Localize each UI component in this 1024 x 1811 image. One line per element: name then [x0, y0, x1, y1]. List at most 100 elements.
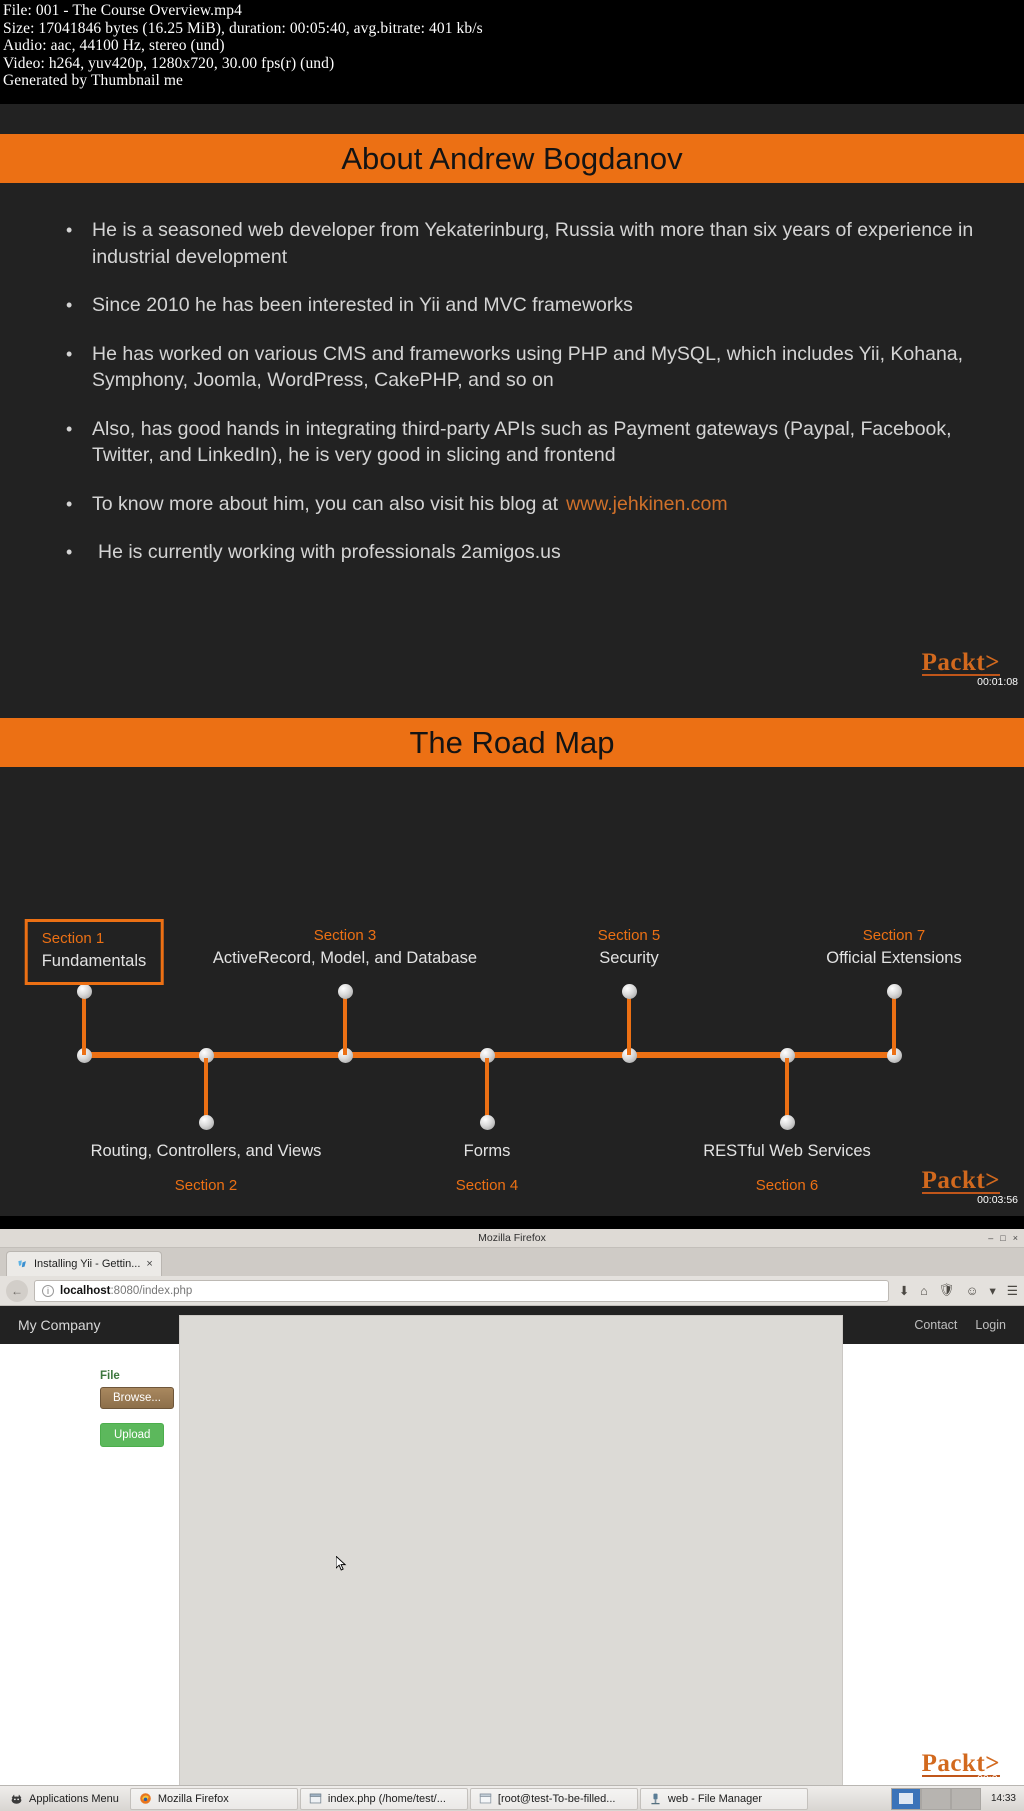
bullet-dot: • — [66, 343, 73, 364]
bullet-text: He is a seasoned web developer from Yeka… — [92, 219, 974, 268]
stem-node — [76, 983, 92, 999]
url-text: localhost:8080/index.php — [60, 1285, 192, 1297]
stem-node — [479, 1114, 495, 1130]
section-6-label: Section 6 — [755, 1177, 819, 1194]
stem-down — [485, 1058, 489, 1122]
stem-up — [343, 991, 347, 1055]
taskbar-window-label: Mozilla Firefox — [157, 1792, 229, 1805]
bullet-dot: • — [66, 542, 73, 562]
bullet-text: He is currently working with professiona… — [98, 541, 561, 563]
section-3-name: ActiveRecord, Model, and Database — [212, 949, 478, 967]
section-6-name: RESTful Web Services — [703, 1142, 871, 1160]
bullet-dot: • — [66, 418, 73, 439]
packt-logo-text: Packt> — [921, 1167, 1000, 1194]
meta-size: Size: 17041846 bytes (16.25 MiB), durati… — [3, 19, 483, 37]
site-brand[interactable]: My Company — [18, 1317, 100, 1333]
packt-logo: Packt> — [921, 649, 1000, 676]
slide-the-road-map: The Road Map Section 1 Fundamentals Sect… — [0, 718, 1024, 1216]
home-icon[interactable]: ⌂ — [920, 1284, 928, 1298]
slide-about-andrew-bogdanov: About Andrew Bogdanov • He is a seasoned… — [0, 104, 1024, 718]
firefox-navbar: ← i localhost:8080/index.php ⬇ ⌂ 🛡 ☺ ▾ ☰ — [0, 1276, 1024, 1306]
stem-node — [779, 1114, 795, 1130]
packt-logo-text: Packt> — [921, 649, 1000, 676]
section-1-highlight-box[interactable]: Section 1 Fundamentals — [24, 919, 164, 985]
stem-up — [627, 991, 631, 1055]
chevron-down-icon[interactable]: ▾ — [990, 1283, 996, 1298]
taskbar-window-index-php[interactable]: index.php (/home/test/... — [299, 1787, 468, 1810]
list-item: • Also, has good hands in integrating th… — [66, 416, 982, 469]
section-6-group: RESTful Web Services Section 6 — [703, 1139, 871, 1196]
workspace-3[interactable] — [950, 1787, 981, 1810]
applications-menu-button[interactable]: Applications Menu — [0, 1786, 129, 1811]
url-path: :8080/index.php — [110, 1284, 193, 1297]
desktop-screenshot-frame: Mozilla Firefox – □ × Installing Yii - G… — [0, 1229, 1024, 1811]
meta-audio: Audio: aac, 44100 Hz, stereo (und) — [3, 37, 225, 55]
site-info-icon[interactable]: i — [42, 1284, 54, 1297]
slide2-timestamp: 00:03:56 — [977, 1194, 1018, 1206]
section-7-group: Section 7 Official Extensions — [826, 925, 961, 970]
section-4-label: Section 4 — [455, 1177, 519, 1194]
close-icon[interactable]: × — [1013, 1233, 1018, 1244]
downloads-icon[interactable]: ⬇ — [899, 1283, 909, 1298]
stem-up — [82, 991, 86, 1055]
menu-icon[interactable]: ☰ — [1007, 1283, 1018, 1298]
toolbar-icon-group: ⬇ ⌂ 🛡 ☺ ▾ ☰ — [895, 1283, 1018, 1298]
upload-button[interactable]: Upload — [100, 1423, 165, 1447]
url-bar[interactable]: i localhost:8080/index.php — [34, 1279, 889, 1302]
workspace-2[interactable] — [920, 1787, 951, 1810]
shield-icon[interactable]: 🛡 — [939, 1283, 955, 1298]
minimize-icon[interactable]: – — [988, 1233, 993, 1244]
section-7-name: Official Extensions — [826, 949, 962, 967]
applications-menu-label: Applications Menu — [29, 1792, 119, 1805]
tab-close-icon[interactable]: × — [146, 1258, 152, 1270]
taskbar-window-file-manager[interactable]: web - File Manager — [639, 1787, 808, 1810]
section-5-label: Section 5 — [597, 927, 661, 944]
taskbar-window-label: index.php (/home/test/... — [327, 1792, 446, 1805]
slide1-timestamp: 00:01:08 — [977, 676, 1018, 688]
stem-node — [621, 983, 637, 999]
bullet-dot: • — [66, 295, 73, 315]
yii-favicon-icon — [18, 1259, 26, 1267]
slide1-bullet-list: • He is a seasoned web developer from Ye… — [0, 217, 1024, 566]
desktop-timestamp: 00:04:49 — [977, 1773, 1018, 1785]
list-item: • He is a seasoned web developer from Ye… — [66, 217, 982, 270]
meta-video: Video: h264, yuv420p, 1280x720, 30.00 fp… — [3, 54, 335, 72]
taskbar-window-terminal[interactable]: [root@test-To-be-filled... — [469, 1787, 638, 1810]
list-item: • He is currently working with professio… — [66, 539, 982, 566]
bullet-text: Since 2010 he has been interested in Yii… — [92, 294, 633, 316]
maximize-icon[interactable]: □ — [1000, 1233, 1005, 1244]
workspace-window-marker — [898, 1792, 913, 1804]
stem-up — [892, 991, 896, 1055]
account-icon[interactable]: ☺ — [966, 1284, 979, 1298]
section-5-group: Section 5 Security — [598, 925, 661, 970]
firefox-titlebar: Mozilla Firefox – □ × — [0, 1229, 1024, 1248]
firefox-window-title: Mozilla Firefox — [478, 1232, 546, 1244]
list-item: • He has worked on various CMS and frame… — [66, 341, 982, 394]
stem-node — [337, 983, 353, 999]
bullet-text-main: To know more about him, you can also vis… — [92, 492, 559, 515]
section-3-label: Section 3 — [313, 927, 377, 944]
video-metadata-header: File: 001 - The Course Overview.mp4 Size… — [0, 0, 1024, 89]
section-2-label: Section 2 — [174, 1177, 238, 1194]
workspace-1[interactable] — [890, 1787, 921, 1810]
section-7-label: Section 7 — [862, 927, 926, 944]
foreground-window-overlay[interactable] — [179, 1315, 843, 1811]
stem-down — [785, 1058, 789, 1122]
section-2-name: Routing, Controllers, and Views — [90, 1142, 322, 1160]
nav-link-contact[interactable]: Contact — [914, 1318, 957, 1332]
section-4-name: Forms — [463, 1142, 511, 1160]
taskbar: Applications Menu Mozilla Firefox index.… — [0, 1785, 1024, 1811]
workspace-switcher[interactable] — [890, 1787, 981, 1810]
blog-link[interactable]: www.jehkinen.com — [558, 493, 727, 515]
packt-logo: Packt> — [921, 1167, 1000, 1194]
bullet-text: Also, has good hands in integrating thir… — [92, 417, 952, 467]
firefox-window: Mozilla Firefox – □ × Installing Yii - G… — [0, 1229, 1024, 1811]
nav-link-login[interactable]: Login — [975, 1318, 1006, 1332]
browse-button[interactable]: Browse... — [100, 1387, 174, 1409]
slide2-title: The Road Map — [0, 718, 1024, 767]
back-button[interactable]: ← — [6, 1279, 28, 1302]
taskbar-window-firefox[interactable]: Mozilla Firefox — [129, 1787, 298, 1810]
browser-tab[interactable]: Installing Yii - Gettin... × — [6, 1251, 162, 1276]
screenshot-root: File: 001 - The Course Overview.mp4 Size… — [0, 0, 1024, 1811]
firefox-icon — [140, 1793, 151, 1804]
